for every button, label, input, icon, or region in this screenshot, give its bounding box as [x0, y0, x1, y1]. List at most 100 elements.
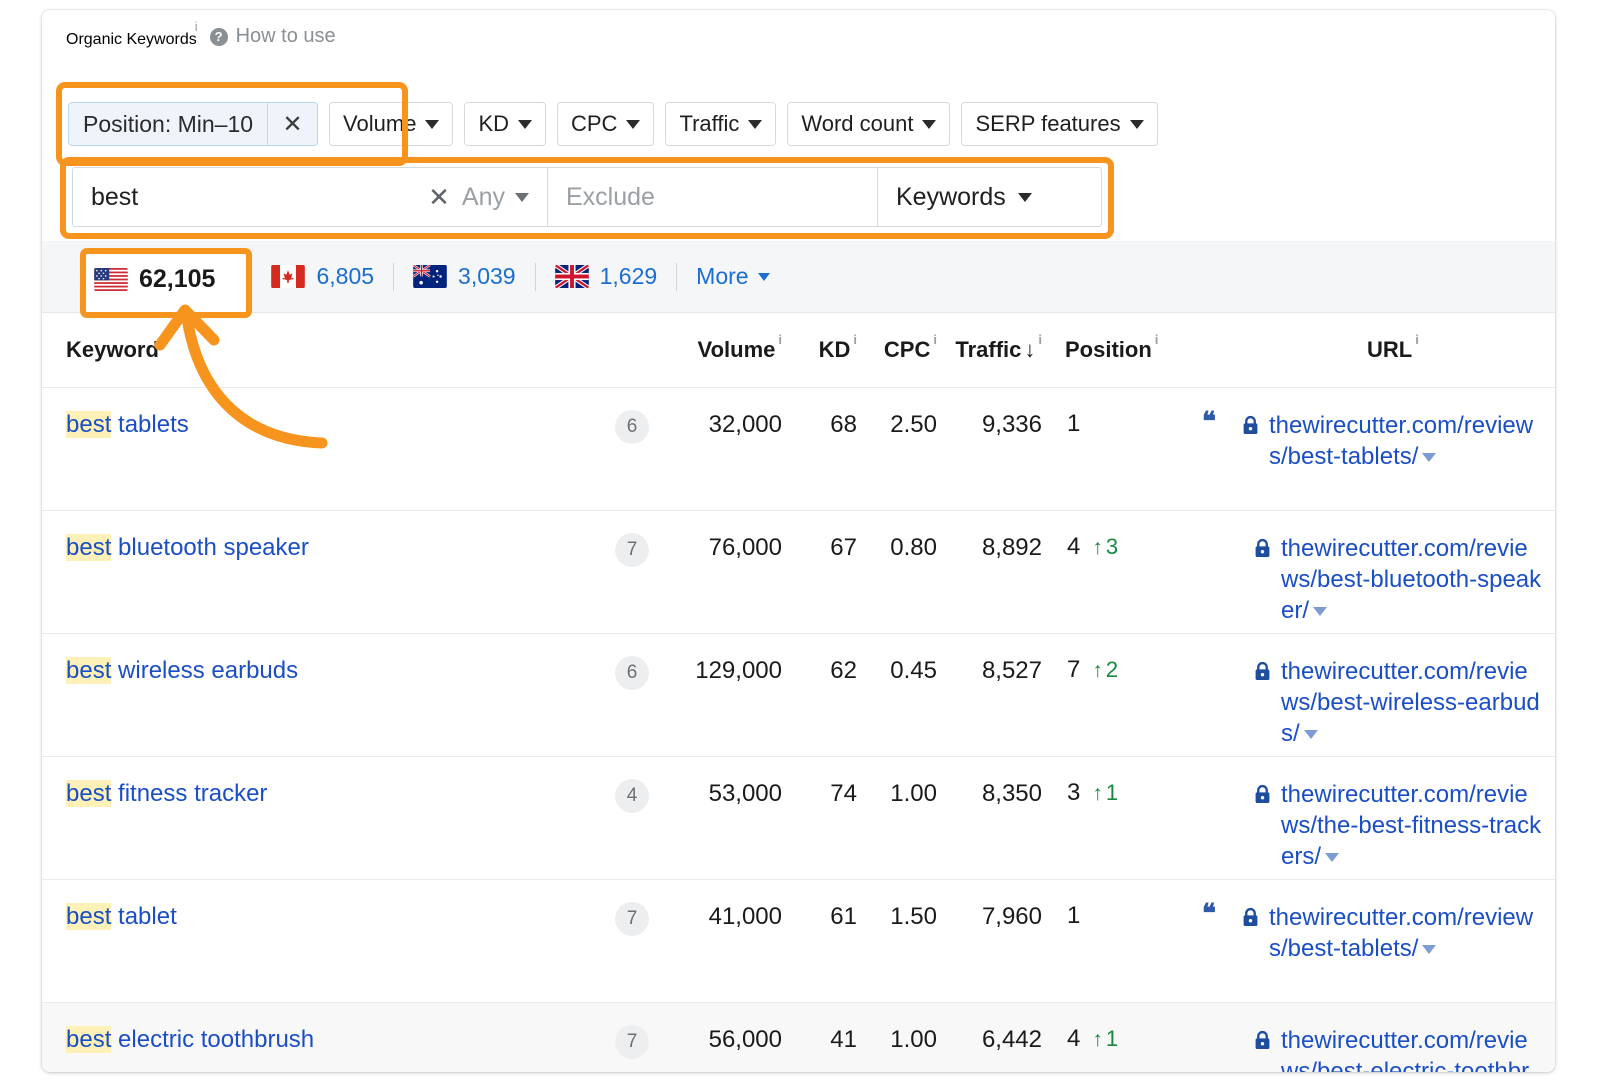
cell-serp-features[interactable]: 6: [597, 656, 667, 756]
cell-serp-features[interactable]: 7: [597, 1025, 667, 1072]
cell-url[interactable]: thewirecutter.com/reviews/best-wireless-…: [1192, 656, 1542, 756]
column-header-cpc[interactable]: CPCi: [857, 337, 937, 363]
url-link[interactable]: thewirecutter.com/reviews/best-bluetooth…: [1281, 533, 1542, 627]
info-icon[interactable]: i: [853, 332, 857, 358]
table-row[interactable]: best fitness tracker453,000741.008,3503↑…: [42, 757, 1555, 880]
column-header-traffic[interactable]: Traffic↓i: [937, 337, 1042, 363]
table-header-row: Keyword Volumei KDi CPCi Traffic↓i Posit…: [42, 313, 1555, 388]
serp-features-badge[interactable]: 7: [615, 902, 649, 936]
info-icon[interactable]: i: [1155, 332, 1159, 358]
cell-cpc: 1.00: [857, 1025, 937, 1072]
table-row[interactable]: best tablets632,000682.509,3361❝thewirec…: [42, 388, 1555, 511]
exclude-placeholder: Exclude: [566, 183, 655, 212]
country-tab-au[interactable]: 3,039: [394, 263, 535, 290]
serp-features-badge[interactable]: 7: [615, 533, 649, 567]
us-flag-icon: [111, 265, 145, 288]
keyword-link[interactable]: best tablets: [66, 410, 189, 510]
table-row[interactable]: best bluetooth speaker776,000670.808,892…: [42, 511, 1555, 634]
cell-serp-features[interactable]: 6: [597, 410, 667, 510]
country-tab-ca[interactable]: 6,805: [252, 263, 393, 290]
column-header-kd[interactable]: KDi: [782, 337, 857, 363]
cell-keyword[interactable]: best fitness tracker: [42, 779, 597, 879]
how-to-use-link[interactable]: ? How to use: [210, 25, 336, 48]
cell-url[interactable]: thewirecutter.com/reviews/best-electric-…: [1192, 1025, 1542, 1072]
cell-serp-features[interactable]: 7: [597, 533, 667, 633]
page-title-text: Organic Keywords: [66, 31, 197, 48]
page-title-info-icon[interactable]: i: [195, 19, 198, 34]
column-header-position[interactable]: Positioni: [1042, 337, 1192, 363]
filter-button-kd[interactable]: KD: [464, 102, 546, 146]
cell-kd: 67: [782, 533, 857, 633]
info-icon[interactable]: i: [778, 332, 782, 358]
country-tab-gb[interactable]: 1,629: [536, 263, 677, 290]
chevron-down-icon[interactable]: [1422, 453, 1436, 462]
cell-serp-features[interactable]: 7: [597, 902, 667, 1002]
country-tab-us[interactable]: 62,105: [92, 262, 251, 291]
table-row[interactable]: best electric toothbrush756,000411.006,4…: [42, 1003, 1555, 1072]
country-tabs: 62,105 6,805: [42, 241, 1555, 313]
table-row[interactable]: best tablet741,000611.507,9601❝thewirecu…: [42, 880, 1555, 1003]
keyword-rest: bluetooth speaker: [111, 534, 308, 561]
keyword-link[interactable]: best bluetooth speaker: [66, 533, 309, 633]
keyword-link[interactable]: best fitness tracker: [66, 779, 267, 879]
featured-snippet-quote-icon[interactable]: ❝: [1202, 902, 1216, 925]
keyword-link[interactable]: best electric toothbrush: [66, 1025, 314, 1072]
url-link[interactable]: thewirecutter.com/reviews/best-wireless-…: [1281, 656, 1542, 750]
search-input[interactable]: best: [91, 183, 416, 212]
cell-keyword[interactable]: best electric toothbrush: [42, 1025, 597, 1072]
info-icon[interactable]: i: [1038, 332, 1042, 358]
chevron-down-icon[interactable]: [1325, 853, 1339, 862]
column-header-url[interactable]: URLi: [1192, 337, 1542, 363]
url-link[interactable]: thewirecutter.com/reviews/best-tablets/: [1269, 410, 1542, 472]
cell-keyword[interactable]: best wireless earbuds: [42, 656, 597, 756]
cell-keyword[interactable]: best tablet: [42, 902, 597, 1002]
cell-url[interactable]: ❝ thewirecutter.com/reviews/best-tablets/: [1192, 410, 1542, 510]
chevron-down-icon[interactable]: [1422, 945, 1436, 954]
gb-flag-icon: [555, 265, 589, 288]
filter-button-volume[interactable]: Volume: [329, 102, 453, 146]
chevron-down-icon[interactable]: [1304, 730, 1318, 739]
url-link[interactable]: thewirecutter.com/reviews/the-best-fitne…: [1281, 779, 1542, 873]
filter-button-cpc[interactable]: CPC: [557, 102, 654, 146]
serp-features-badge[interactable]: 6: [615, 410, 649, 444]
lock-icon: [1254, 538, 1271, 558]
filter-chip-position[interactable]: Position: Min–10 ✕: [68, 102, 318, 146]
url-link[interactable]: thewirecutter.com/reviews/best-tablets/: [1269, 902, 1542, 964]
search-target-select[interactable]: Keywords: [878, 168, 1101, 226]
include-field-group[interactable]: best ✕ Any: [73, 168, 548, 226]
column-header-volume[interactable]: Volumei: [667, 337, 782, 363]
serp-features-badge[interactable]: 7: [615, 1025, 649, 1059]
cell-serp-features[interactable]: 4: [597, 779, 667, 879]
cell-cpc: 0.80: [857, 533, 937, 633]
chevron-down-icon[interactable]: [1313, 607, 1327, 616]
cell-volume: 32,000: [667, 410, 782, 510]
more-countries-button[interactable]: More: [677, 263, 788, 290]
column-header-keyword[interactable]: Keyword: [42, 337, 597, 363]
sort-descending-icon[interactable]: ↓: [1024, 337, 1035, 363]
keyword-link[interactable]: best wireless earbuds: [66, 656, 298, 756]
cell-volume-value: 53,000: [709, 779, 782, 879]
cell-url[interactable]: thewirecutter.com/reviews/best-bluetooth…: [1192, 533, 1542, 633]
keyword-rest: wireless earbuds: [111, 657, 298, 684]
serp-features-badge[interactable]: 6: [615, 656, 649, 690]
cell-keyword[interactable]: best tablets: [42, 410, 597, 510]
featured-snippet-quote-icon[interactable]: ❝: [1202, 410, 1216, 433]
info-icon[interactable]: i: [933, 332, 937, 358]
column-header-keyword-label: Keyword: [66, 337, 159, 363]
cell-url[interactable]: ❝ thewirecutter.com/reviews/best-tablets/: [1192, 902, 1542, 1002]
close-icon[interactable]: ✕: [267, 103, 317, 145]
cell-keyword[interactable]: best bluetooth speaker: [42, 533, 597, 633]
filter-button-serp-features[interactable]: SERP features: [961, 102, 1157, 146]
clear-icon[interactable]: ✕: [416, 182, 462, 213]
info-icon[interactable]: i: [1415, 332, 1419, 358]
exclude-field[interactable]: Exclude: [548, 168, 878, 226]
keyword-link[interactable]: best tablet: [66, 902, 177, 1002]
filter-button-traffic[interactable]: Traffic: [665, 102, 776, 146]
table-row[interactable]: best wireless earbuds6129,000620.458,527…: [42, 634, 1555, 757]
serp-features-badge[interactable]: 4: [615, 779, 649, 813]
filter-button-word-count[interactable]: Word count: [787, 102, 950, 146]
cell-url[interactable]: thewirecutter.com/reviews/the-best-fitne…: [1192, 779, 1542, 879]
more-countries-label: More: [696, 263, 748, 290]
url-link[interactable]: thewirecutter.com/reviews/best-electric-…: [1281, 1025, 1542, 1072]
match-mode-select[interactable]: Any: [462, 183, 535, 212]
